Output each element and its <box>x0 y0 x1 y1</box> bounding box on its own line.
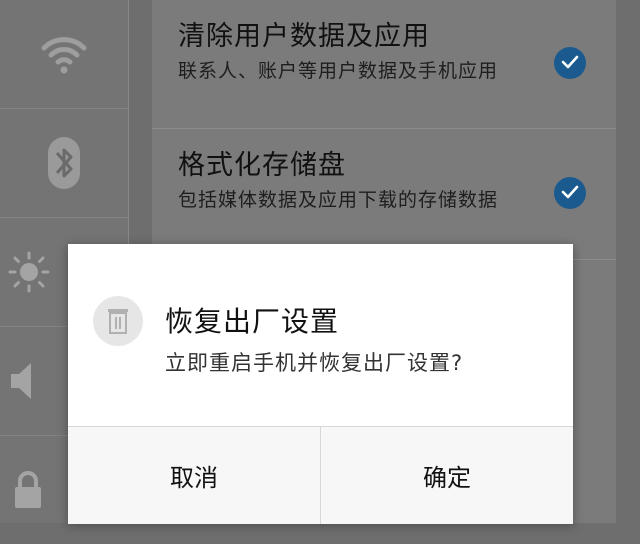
wifi-icon <box>40 32 88 76</box>
factory-reset-dialog: 恢复出厂设置 立即重启手机并恢复出厂设置? 取消 确定 <box>68 244 573 524</box>
dialog-message: 立即重启手机并恢复出厂设置? <box>165 351 464 375</box>
list-item-title: 格式化存储盘 <box>178 150 346 181</box>
checkmark-icon <box>561 54 579 73</box>
dialog-title: 恢复出厂设置 <box>165 305 340 338</box>
cancel-button[interactable]: 取消 <box>68 427 320 524</box>
lock-icon <box>13 470 43 510</box>
sidebar-item-wifi[interactable] <box>0 0 128 109</box>
list-item-clear-user-data[interactable]: 清除用户数据及应用 联系人、账户等用户数据及手机应用 <box>152 0 616 129</box>
trash-icon <box>93 296 143 346</box>
checkmark-icon <box>561 184 579 203</box>
checkbox-checked[interactable] <box>554 47 586 79</box>
confirm-button[interactable]: 确定 <box>320 427 573 524</box>
list-item-title: 清除用户数据及应用 <box>178 21 430 52</box>
brightness-icon <box>7 250 51 294</box>
checkbox-checked[interactable] <box>554 177 586 209</box>
volume-icon <box>9 359 39 403</box>
list-item-subtitle: 联系人、账户等用户数据及手机应用 <box>178 60 499 82</box>
bluetooth-icon <box>46 135 82 191</box>
list-item-format-storage[interactable]: 格式化存储盘 包括媒体数据及应用下载的存储数据 <box>152 129 616 260</box>
list-item-subtitle: 包括媒体数据及应用下载的存储数据 <box>178 189 499 211</box>
dialog-button-bar: 取消 确定 <box>68 426 573 524</box>
sidebar-item-bluetooth[interactable] <box>0 109 128 218</box>
